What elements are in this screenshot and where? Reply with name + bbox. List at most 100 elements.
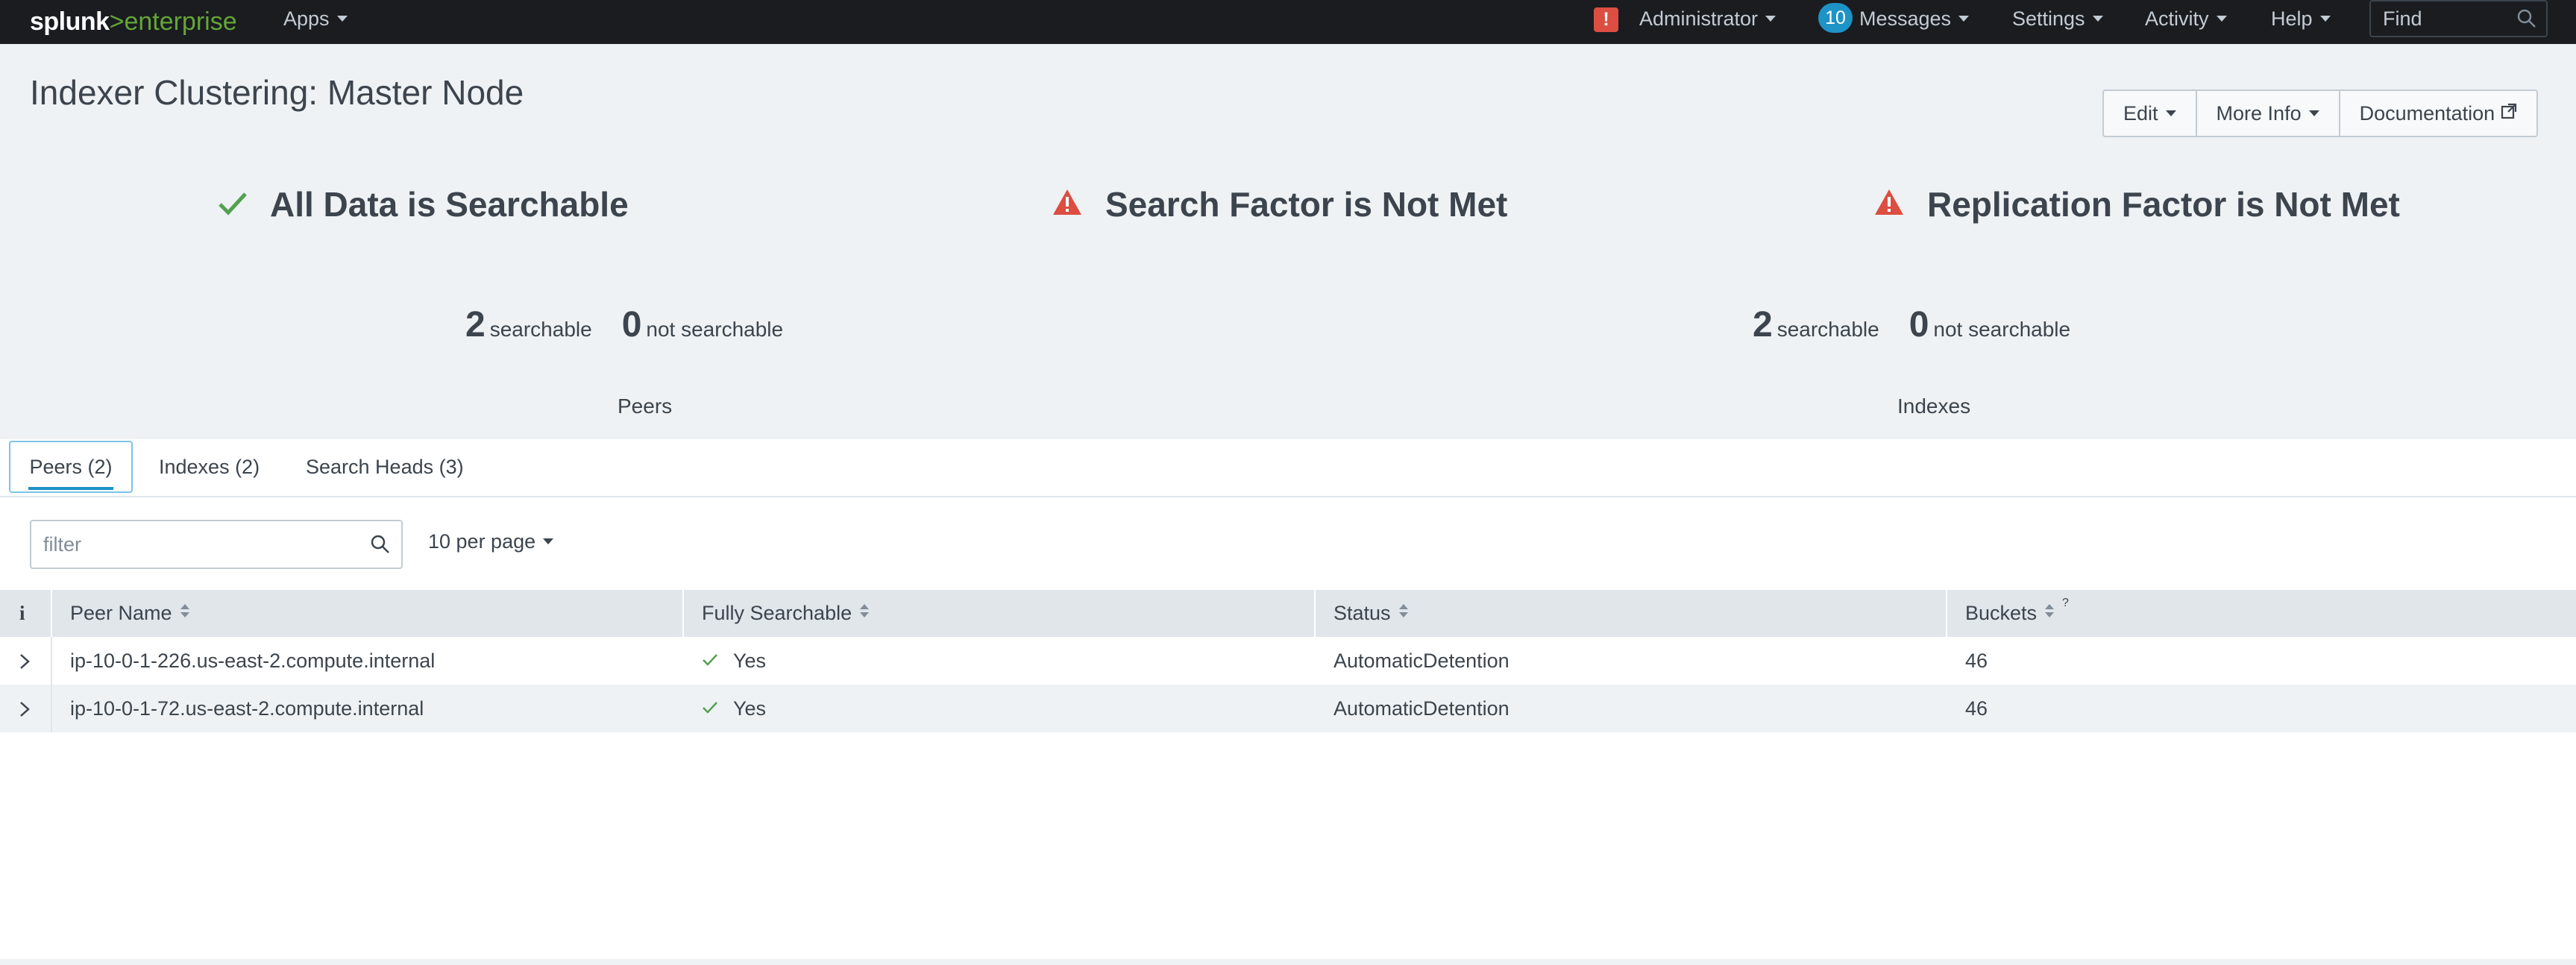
fully-searchable-cell: Yes	[684, 637, 766, 685]
settings-menu-label: Settings	[2012, 7, 2085, 30]
sort-icon	[1398, 588, 1409, 635]
row-expand-toggle[interactable]	[0, 637, 52, 685]
column-header-status[interactable]: Status	[1316, 590, 1947, 637]
column-header-peer-name[interactable]: Peer Name	[52, 590, 684, 637]
fully-searchable-value: Yes	[733, 697, 767, 720]
chevron-down-icon	[2319, 15, 2331, 22]
column-header-buckets[interactable]: Buckets?	[1947, 590, 2576, 637]
activity-menu[interactable]: Activity	[2145, 0, 2227, 44]
indexes-caption: Indexes	[1897, 395, 1971, 418]
peer-name-cell[interactable]: ip-10-0-1-226.us-east-2.compute.internal	[52, 637, 435, 685]
per-page-dropdown[interactable]: 10 per page	[428, 526, 554, 556]
replication-factor-status-text: Replication Factor is Not Met	[1927, 185, 2400, 224]
buckets-cell: 46	[1965, 650, 1988, 672]
logo-separator: >	[109, 7, 125, 36]
messages-menu[interactable]: Messages	[1859, 0, 1970, 44]
administrator-menu-label: Administrator	[1639, 7, 1759, 30]
fully-searchable-cell: Yes	[684, 685, 766, 732]
page-actions: Edit More Info Documentation	[2102, 89, 2539, 137]
indexes-counts: 2 searchable 0 not searchable	[1753, 304, 2070, 345]
tab-search-heads[interactable]: Search Heads (3)	[306, 439, 464, 494]
search-factor-status-text: Search Factor is Not Met	[1105, 185, 1508, 224]
info-column-header: i	[0, 590, 52, 637]
warning-icon	[1873, 184, 1905, 224]
status-header-label: Status	[1333, 602, 1391, 624]
indexes-searchable-count: 2	[1753, 305, 1773, 345]
fully-searchable-header-label: Fully Searchable	[702, 602, 852, 624]
indexes-not-searchable-count: 0	[1909, 305, 1929, 345]
logo-primary: splunk	[30, 7, 110, 36]
fully-searchable-value: Yes	[733, 650, 767, 672]
table-header: i Peer Name Fully Searchable Status Buck…	[0, 590, 2576, 637]
apps-menu[interactable]: Apps	[283, 0, 348, 44]
peers-searchable-count: 2	[465, 305, 486, 345]
search-icon[interactable]	[2516, 8, 2537, 33]
peers-not-searchable-label: not searchable	[646, 318, 784, 341]
filter-input[interactable]	[31, 521, 359, 568]
search-icon[interactable]	[370, 534, 391, 559]
status-cell: AutomaticDetention	[1333, 650, 1510, 672]
checkmark-icon	[218, 184, 248, 224]
more-info-button-label: More Info	[2216, 102, 2302, 125]
chevron-down-icon	[1958, 15, 1970, 22]
messages-count-badge[interactable]: 10	[1818, 3, 1853, 33]
peers-not-searchable-count: 0	[621, 305, 642, 345]
replication-factor-status: Replication Factor is Not Met	[1873, 184, 2400, 227]
buckets-header-label: Buckets	[1965, 602, 2038, 624]
chevron-down-icon	[2216, 15, 2227, 22]
footer-divider	[0, 959, 2576, 965]
page-title: Indexer Clustering: Master Node	[30, 73, 524, 112]
peers-searchable-label: searchable	[489, 318, 592, 341]
indexes-searchable-label: searchable	[1777, 318, 1879, 341]
buckets-cell: 46	[1965, 697, 1988, 720]
chevron-down-icon	[2165, 110, 2176, 116]
chevron-down-icon	[543, 538, 554, 544]
column-header-fully-searchable[interactable]: Fully Searchable	[684, 590, 1316, 637]
peer-name-cell[interactable]: ip-10-0-1-72.us-east-2.compute.internal	[52, 685, 424, 732]
sort-icon	[2044, 588, 2055, 635]
chevron-down-icon	[2092, 15, 2103, 22]
peer-name-header-label: Peer Name	[70, 602, 172, 624]
administrator-menu[interactable]: Administrator	[1639, 0, 1777, 44]
more-info-button[interactable]: More Info	[2197, 91, 2340, 136]
per-page-label: 10 per page	[428, 530, 536, 553]
tab-bar: Peers (2) Indexes (2) Search Heads (3)	[0, 439, 2576, 497]
help-menu[interactable]: Help	[2271, 0, 2331, 44]
tab-indexes[interactable]: Indexes (2)	[159, 439, 260, 494]
edit-button-label: Edit	[2123, 102, 2158, 125]
alert-badge[interactable]: !	[1594, 7, 1618, 32]
buckets-help-icon[interactable]: ?	[2062, 597, 2069, 609]
settings-menu[interactable]: Settings	[2012, 0, 2103, 44]
tab-peers[interactable]: Peers (2)	[9, 441, 133, 493]
cluster-summary-panel: Indexer Clustering: Master Node Edit Mor…	[0, 44, 2576, 439]
sort-icon	[180, 588, 190, 635]
filter-box	[30, 520, 403, 569]
sort-icon	[859, 588, 870, 635]
checkmark-icon	[702, 684, 718, 732]
apps-menu-label: Apps	[283, 7, 330, 30]
top-nav-bar: splunk>enterprise Apps ! Administrator 1…	[0, 0, 2576, 44]
searchable-status-text: All Data is Searchable	[270, 185, 629, 224]
help-menu-label: Help	[2271, 7, 2313, 30]
checkmark-icon	[702, 636, 718, 684]
row-expand-toggle[interactable]	[0, 685, 52, 732]
messages-menu-label: Messages	[1859, 7, 1952, 30]
status-cell: AutomaticDetention	[1333, 697, 1510, 720]
activity-menu-label: Activity	[2145, 7, 2209, 30]
edit-button[interactable]: Edit	[2104, 91, 2197, 136]
search-factor-status: Search Factor is Not Met	[1052, 184, 1507, 227]
find-box	[2369, 0, 2548, 37]
documentation-button[interactable]: Documentation	[2340, 91, 2537, 136]
documentation-button-label: Documentation	[2359, 102, 2495, 125]
find-input[interactable]	[2371, 1, 2505, 36]
peers-caption: Peers	[618, 395, 673, 418]
logo-secondary: enterprise	[124, 7, 237, 36]
chevron-down-icon	[336, 15, 348, 22]
external-link-icon	[2501, 90, 2517, 135]
warning-icon	[1052, 184, 1083, 224]
splunk-logo[interactable]: splunk>enterprise	[30, 4, 237, 39]
chevron-down-icon	[2308, 110, 2319, 116]
indexes-not-searchable-label: not searchable	[1933, 318, 2071, 341]
chevron-right-icon	[20, 702, 30, 717]
peers-counts: 2 searchable 0 not searchable	[465, 304, 783, 345]
